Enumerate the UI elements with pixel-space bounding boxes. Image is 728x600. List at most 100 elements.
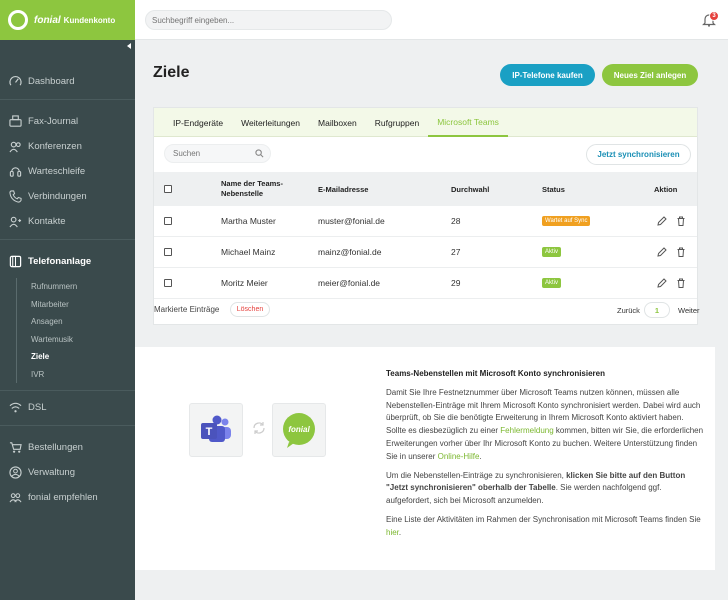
marked-entries-label: Markierte Einträge (154, 305, 220, 314)
neues-ziel-anlegen-button[interactable]: Neues Ziel anlegen (602, 64, 698, 86)
row-checkbox[interactable] (164, 248, 172, 256)
table-row: Michael Mainz mainz@fonial.de 27 Aktiv (154, 237, 697, 268)
wifi-icon (8, 400, 22, 414)
subnav-item-wartemusik[interactable]: Wartemusik (17, 331, 135, 349)
sidebar-divider (0, 239, 135, 240)
info-paragraph-1: Damit Sie Ihre Festnetznummer über Micro… (386, 387, 704, 461)
sidebar-item-label: Telefonanlage (28, 255, 92, 267)
column-header-status[interactable]: Status (542, 172, 565, 206)
fax-icon (8, 114, 22, 128)
pagination-next[interactable]: Weiter (678, 306, 700, 315)
row-durchwahl: 27 (451, 247, 461, 257)
jetzt-synchronisieren-button[interactable]: Jetzt synchronisieren (586, 144, 691, 165)
fonial-logo-text: fonial (288, 425, 310, 434)
search-icon (255, 149, 264, 158)
subnav-item-ansagen[interactable]: Ansagen (17, 313, 135, 331)
status-badge: Wartet auf Sync (542, 216, 591, 226)
column-header-aktion: Aktion (654, 184, 678, 194)
sidebar: fonial Kundenkonto Dashboard Fax-Journal … (0, 0, 135, 600)
recommend-icon (8, 490, 22, 504)
sidebar-item-dsl[interactable]: DSL (0, 397, 135, 417)
tab-ip-endgeraete[interactable]: IP-Endgeräte (164, 108, 232, 137)
status-badge: Aktiv (542, 247, 562, 257)
sidebar-item-label: Fax-Journal (28, 115, 79, 127)
subnav-item-ziele[interactable]: Ziele (17, 348, 135, 366)
global-search-input[interactable] (145, 10, 392, 30)
column-header-durchwahl[interactable]: Durchwahl (451, 172, 489, 206)
edit-icon[interactable] (657, 247, 667, 257)
sidebar-collapse-button[interactable] (0, 40, 135, 54)
fehlermeldung-link[interactable]: Fehlermeldung (500, 426, 553, 435)
table-header: Name der Teams-Nebenstelle E-Mailadresse… (154, 172, 697, 206)
row-email: muster@fonial.de (318, 216, 385, 226)
teams-logo-letter: T (206, 426, 213, 438)
sidebar-item-konferenzen[interactable]: Konferenzen (0, 136, 135, 156)
status-badge: Aktiv (542, 278, 562, 288)
row-name: Martha Muster (221, 216, 276, 226)
sidebar-item-dashboard[interactable]: Dashboard (0, 71, 135, 91)
page-title: Ziele (153, 64, 190, 81)
tab-rufgruppen[interactable]: Rufgruppen (366, 108, 428, 137)
edit-icon[interactable] (657, 278, 667, 288)
contacts-icon (8, 214, 22, 228)
sidebar-item-bestellungen[interactable]: Bestellungen (0, 437, 135, 457)
sidebar-item-warteschleife[interactable]: Warteschleife (0, 161, 135, 181)
table-row: Moritz Meier meier@fonial.de 29 Aktiv (154, 268, 697, 299)
trash-icon[interactable] (676, 247, 686, 257)
sidebar-item-label: Warteschleife (28, 165, 86, 177)
pagination-prev[interactable]: Zurück (617, 306, 640, 315)
select-all-checkbox[interactable] (164, 185, 172, 193)
sidebar-item-kontakte[interactable]: Kontakte (0, 211, 135, 231)
subnav-item-rufnummern[interactable]: Rufnummern (17, 278, 135, 296)
column-header-email[interactable]: E-Mailadresse (318, 172, 368, 206)
online-hilfe-link[interactable]: Online-Hilfe (438, 452, 480, 461)
ziele-card: IP-Endgeräte Weiterleitungen Mailboxen R… (153, 107, 700, 325)
sidebar-item-label: Verbindungen (28, 190, 87, 202)
tab-weiterleitungen[interactable]: Weiterleitungen (232, 108, 309, 137)
tab-microsoft-teams[interactable]: Microsoft Teams (428, 108, 508, 137)
microsoft-teams-logo: T (189, 403, 243, 457)
subnav-item-mitarbeiter[interactable]: Mitarbeiter (17, 296, 135, 314)
sidebar-item-fonial-empfehlen[interactable]: fonial empfehlen (0, 487, 135, 507)
row-checkbox[interactable] (164, 217, 172, 225)
fonial-logo-icon (8, 10, 28, 30)
sidebar-divider (0, 390, 135, 391)
row-name: Moritz Meier (221, 278, 268, 288)
tab-bar: IP-Endgeräte Weiterleitungen Mailboxen R… (154, 108, 697, 137)
sidebar-item-verwaltung[interactable]: Verwaltung (0, 462, 135, 482)
sidebar-item-label: Verwaltung (28, 466, 76, 478)
cart-icon (8, 440, 22, 454)
fonial-logo: fonial (272, 403, 326, 457)
hier-link[interactable]: hier (386, 528, 399, 537)
sidebar-item-telefonanlage[interactable]: Telefonanlage (0, 251, 135, 271)
topbar: 3 (135, 0, 728, 40)
dashboard-icon (8, 74, 22, 88)
column-header-name[interactable]: Name der Teams-Nebenstelle (221, 172, 301, 206)
user-icon (8, 465, 22, 479)
info-text: Teams-Nebenstellen mit Microsoft Konto s… (386, 368, 704, 546)
info-panel: T fonial Teams-Nebenstellen mit Microsof… (135, 347, 715, 570)
info-title: Teams-Nebenstellen mit Microsoft Konto s… (386, 369, 606, 378)
delete-button[interactable]: Löschen (230, 302, 270, 317)
fonial-bubble-icon: fonial (283, 413, 315, 448)
sidebar-item-label: DSL (28, 401, 47, 413)
subnav-item-ivr[interactable]: IVR (17, 366, 135, 384)
row-checkbox[interactable] (164, 279, 172, 287)
caret-left-icon (127, 43, 131, 49)
brand-name: fonial (34, 14, 61, 26)
teams-icon: T (201, 415, 231, 442)
trash-icon[interactable] (676, 278, 686, 288)
sidebar-divider (0, 99, 135, 100)
sidebar-item-verbindungen[interactable]: Verbindungen (0, 186, 135, 206)
tab-mailboxen[interactable]: Mailboxen (309, 108, 366, 137)
ip-telefone-kaufen-button[interactable]: IP-Telefone kaufen (500, 64, 595, 86)
brand-subtitle: Kundenkonto (63, 15, 116, 25)
queue-icon (8, 164, 22, 178)
sync-icon (253, 422, 265, 434)
trash-icon[interactable] (676, 216, 686, 226)
row-email: meier@fonial.de (318, 278, 381, 288)
edit-icon[interactable] (657, 216, 667, 226)
pagination-current-page[interactable]: 1 (644, 302, 670, 318)
brand-header[interactable]: fonial Kundenkonto (0, 0, 135, 40)
sidebar-item-fax-journal[interactable]: Fax-Journal (0, 111, 135, 131)
